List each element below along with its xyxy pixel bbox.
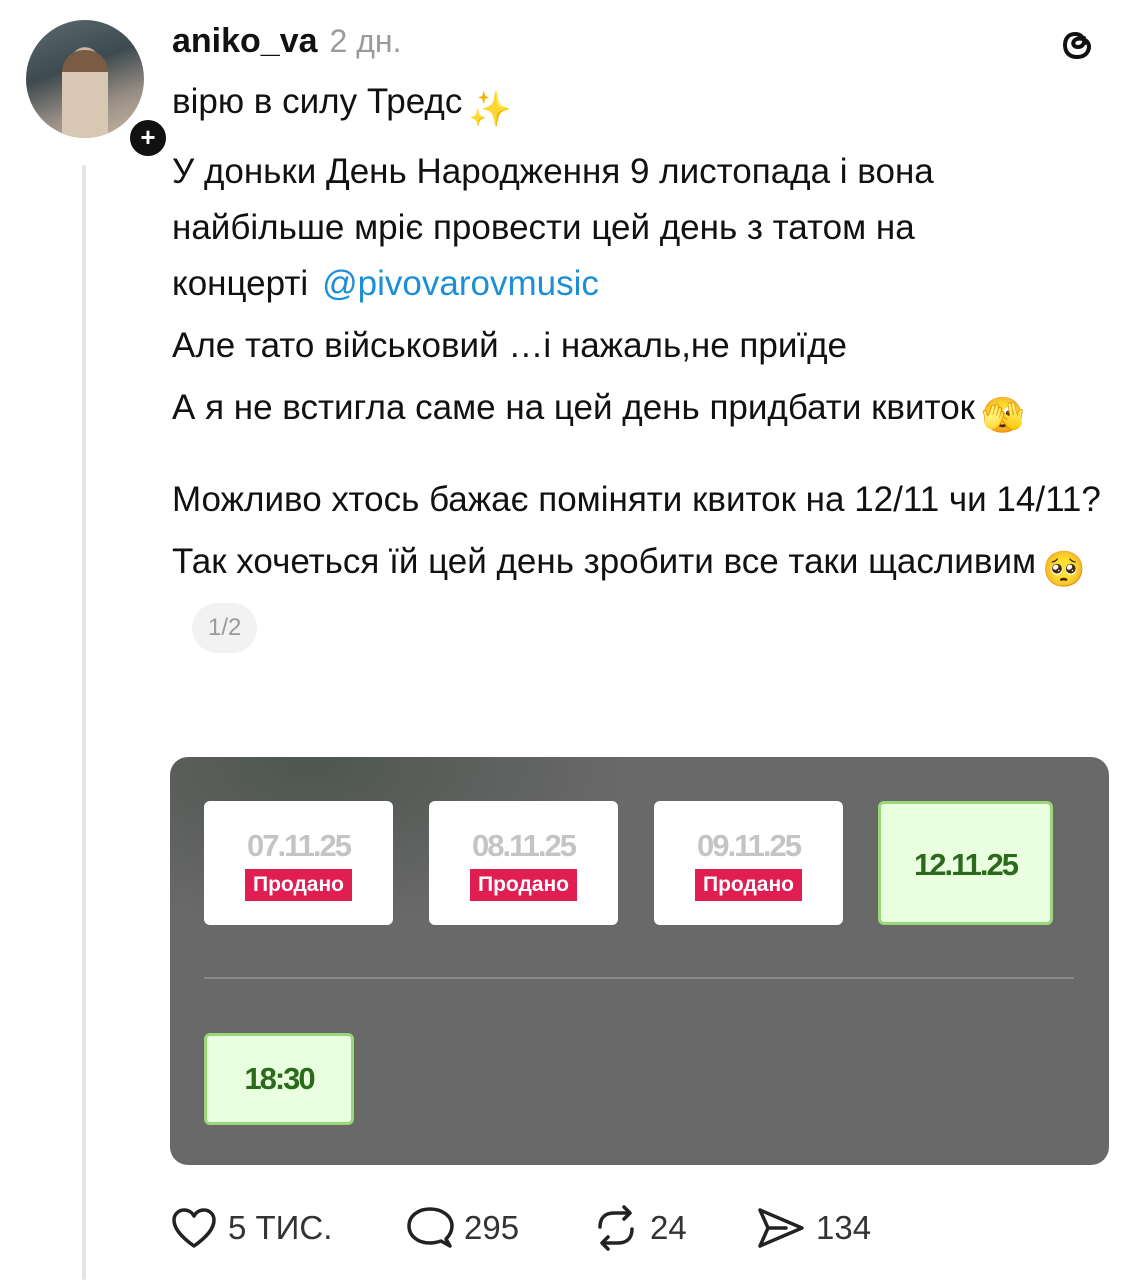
username[interactable]: aniko_va [172, 22, 318, 61]
date-option: 09.11.25 Продано [654, 801, 843, 925]
post-time: 2 дн. [329, 23, 402, 59]
post-line: вірю в силу Тредс ✨ [172, 74, 1112, 138]
repost-count: 24 [650, 1209, 687, 1246]
date-option: 08.11.25 Продано [429, 801, 618, 925]
comment-count: 295 [464, 1209, 520, 1246]
comment-icon [407, 1207, 454, 1248]
post-line: А я не встигла саме на цей день придбати… [172, 380, 1112, 444]
sparkles-emoji: ✨ [468, 90, 512, 129]
sold-badge: Продано [470, 869, 577, 901]
comment-button[interactable]: 295 [406, 1200, 519, 1256]
face-in-hands-emoji: 🫣 [980, 396, 1025, 435]
share-icon [758, 1208, 804, 1248]
avatar-image[interactable] [26, 20, 144, 138]
pleading-emoji: 🥺 [1042, 550, 1086, 589]
plus-icon: + [140, 122, 156, 152]
page-counter: 1/2 [192, 603, 258, 653]
share-count: 134 [816, 1209, 872, 1246]
post-line: Так хочеться їй цей день зробити все так… [172, 534, 1112, 654]
action-bar: 5 ТИС. 295 24 134 [170, 1200, 1110, 1256]
like-button[interactable]: 5 ТИС. [170, 1200, 332, 1256]
threads-logo-icon[interactable] [1054, 22, 1100, 68]
post-header: aniko_va 2 дн. [172, 22, 401, 62]
post-image[interactable]: 07.11.25 Продано 08.11.25 Продано 09.11.… [170, 757, 1109, 1165]
avatar[interactable]: + [26, 20, 170, 160]
post-line: Але тато військовий …і нажаль,не приїде [172, 326, 848, 365]
thread-line [82, 165, 86, 1280]
time-option-selected: 18:30 [204, 1033, 354, 1125]
follow-button[interactable]: + [126, 116, 170, 160]
mention-link[interactable]: @pivovarovmusic [322, 264, 599, 303]
post-line: У доньки День Народження 9 листопада і в… [172, 152, 934, 303]
sold-badge: Продано [245, 869, 352, 901]
heart-icon [172, 1208, 216, 1248]
post-body: вірю в силу Тредс ✨ У доньки День Народже… [172, 74, 1112, 660]
repost-button[interactable]: 24 [592, 1200, 687, 1256]
repost-icon [598, 1205, 634, 1251]
sold-badge: Продано [695, 869, 802, 901]
post-line: Можливо хтось бажає поміняти квиток на 1… [172, 480, 1101, 519]
share-button[interactable]: 134 [756, 1200, 871, 1256]
date-option: 07.11.25 Продано [204, 801, 393, 925]
divider [204, 977, 1074, 979]
like-count: 5 ТИС. [228, 1209, 333, 1246]
date-option-selected: 12.11.25 [878, 801, 1053, 925]
